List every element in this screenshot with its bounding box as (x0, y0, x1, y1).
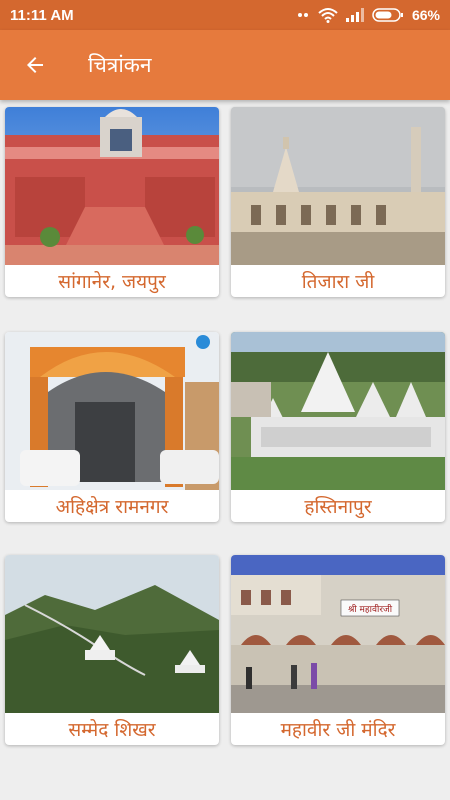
temple-photo (231, 332, 445, 490)
wifi-icon (318, 7, 338, 23)
gallery-grid: सांगानेर, जयपुर तिजारा जी अहिक्षेत्र राम… (0, 100, 450, 800)
temple-photo (5, 332, 219, 490)
arrow-back-icon (27, 57, 43, 73)
gallery-card-tijara[interactable]: तिजारा जी (231, 107, 445, 297)
temple-photo (5, 107, 219, 265)
card-label: सम्मेद शिखर (68, 719, 156, 741)
status-bar: 11:11 AM 66% (0, 0, 450, 30)
dots-icon (296, 8, 310, 22)
status-icons: 66% (296, 7, 440, 23)
battery-percent: 66% (411, 7, 440, 23)
app-bar: चित्रांकन (0, 30, 450, 100)
card-label: हस्तिनापुर (304, 496, 372, 518)
signal-icon (345, 8, 364, 22)
temple-photo: श्री महावीरजी (231, 555, 445, 713)
gallery-card-mahavir-ji[interactable]: श्री महावीरजी महावीर जी मंदिर (231, 555, 445, 745)
temple-photo (231, 107, 445, 265)
back-button[interactable] (0, 30, 70, 100)
gallery-card-hastinapur[interactable]: हस्तिनापुर (231, 332, 445, 522)
card-label: महावीर जी मंदिर (280, 719, 396, 741)
gallery-card-sanganer[interactable]: सांगानेर, जयपुर (5, 107, 219, 297)
card-label: अहिक्षेत्र रामनगर (55, 496, 169, 518)
temple-sign-text: श्री महावीरजी (348, 603, 393, 615)
temple-photo (5, 555, 219, 713)
card-label: तिजारा जी (301, 271, 375, 293)
page-title: चित्रांकन (88, 53, 152, 77)
gallery-card-sammed-shikhar[interactable]: सम्मेद शिखर (5, 555, 219, 745)
gallery-card-ahichhatra[interactable]: अहिक्षेत्र रामनगर (5, 332, 219, 522)
battery-icon (372, 8, 404, 22)
status-time: 11:11 AM (10, 6, 74, 24)
card-label: सांगानेर, जयपुर (58, 271, 166, 293)
